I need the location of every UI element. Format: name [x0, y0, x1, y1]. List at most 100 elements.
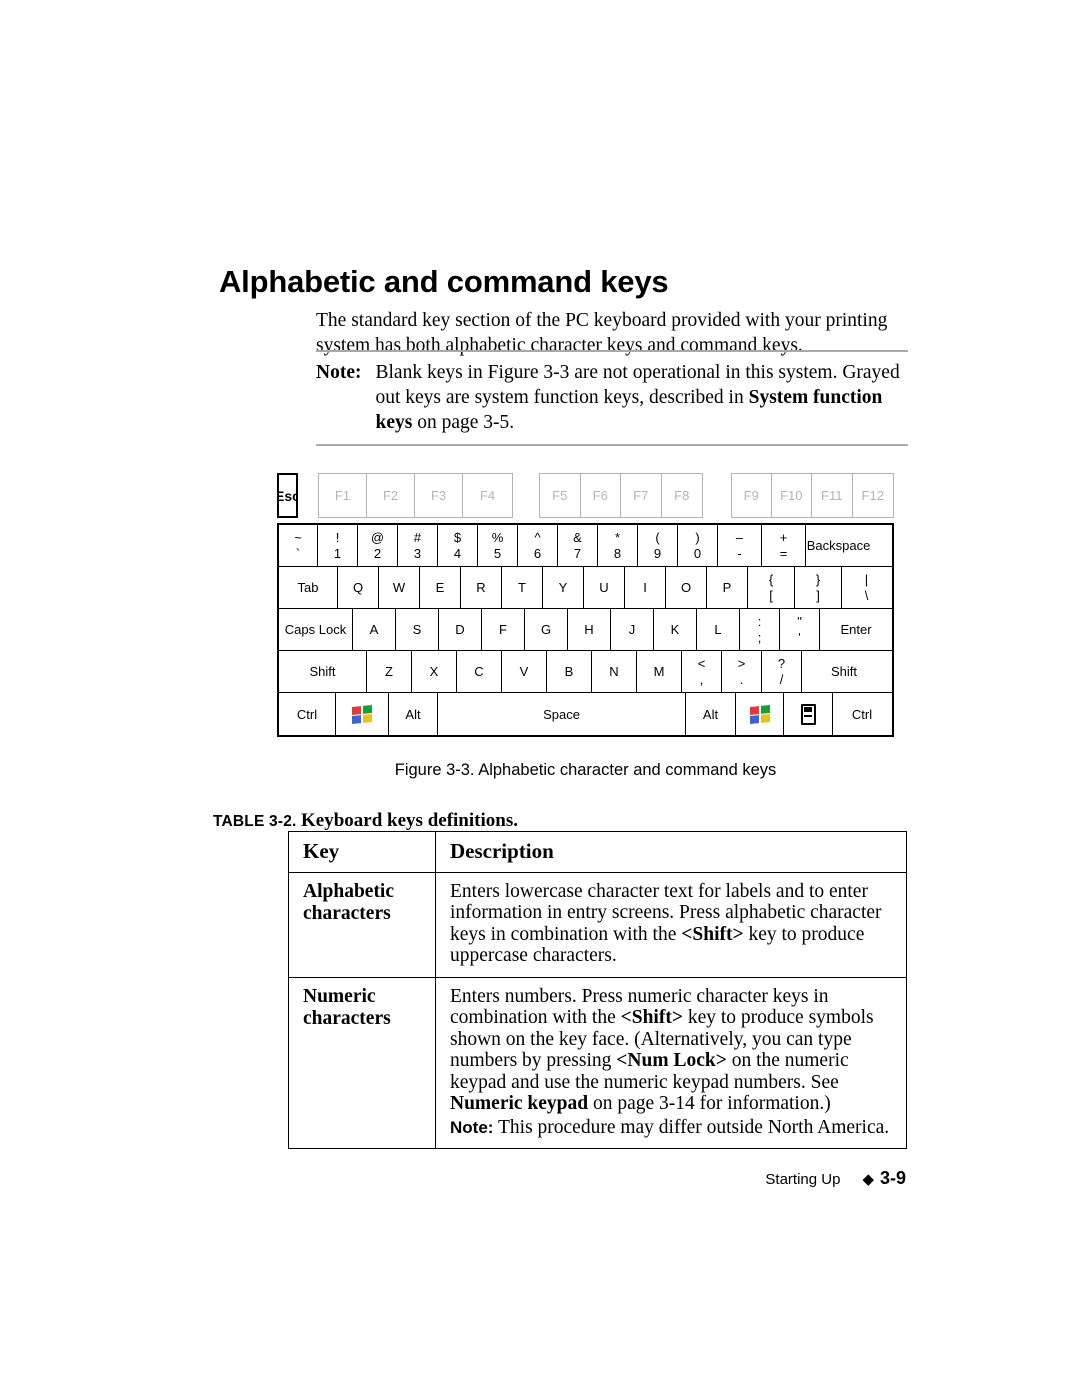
table-number: TABLE 3-2. — [213, 813, 297, 830]
desc-part-d: on page 3-14 for information.) — [588, 1093, 831, 1114]
key-u[interactable]: U — [584, 567, 625, 608]
key-f[interactable]: F — [482, 609, 525, 650]
key-shift-left[interactable]: Shift — [279, 651, 367, 692]
key-right-bracket[interactable]: } ] — [795, 567, 842, 608]
keyboard-figure: Esc F1 F2 F3 F4 F5 F6 F7 F8 F9 F10 F11 F… — [277, 473, 894, 737]
key-r[interactable]: R — [461, 567, 502, 608]
key-comma[interactable]: < , — [682, 651, 722, 692]
key-minus[interactable]: – - — [718, 525, 762, 566]
key-tab[interactable]: Tab — [279, 567, 338, 608]
key-a[interactable]: A — [353, 609, 396, 650]
key-j[interactable]: J — [611, 609, 654, 650]
cell-description-alphabetic: Enters lowercase character text for labe… — [435, 871, 907, 978]
key-c[interactable]: C — [457, 651, 502, 692]
key-f6[interactable]: F6 — [580, 474, 621, 517]
key-upper-legend: ) — [695, 529, 700, 545]
key-g[interactable]: G — [525, 609, 568, 650]
column-header-key: Key — [288, 831, 436, 873]
key-f5[interactable]: F5 — [540, 474, 581, 517]
key-6[interactable]: ^ 6 — [518, 525, 558, 566]
keyboard-row-tab: Tab Q W E R T Y U I O P { [ } ] | \ — [279, 567, 892, 609]
key-x[interactable]: X — [412, 651, 457, 692]
key-f2[interactable]: F2 — [367, 474, 415, 517]
key-t[interactable]: T — [502, 567, 543, 608]
key-esc[interactable]: Esc — [277, 473, 298, 518]
key-windows-left[interactable] — [336, 693, 389, 735]
key-enter[interactable]: Enter — [820, 609, 892, 650]
key-l[interactable]: L — [697, 609, 740, 650]
key-upper-legend: ? — [777, 655, 786, 671]
key-alt-right[interactable]: Alt — [686, 693, 736, 735]
key-d[interactable]: D — [439, 609, 482, 650]
key-w[interactable]: W — [379, 567, 420, 608]
desc-shift-key: <Shift> — [620, 1007, 683, 1028]
key-4[interactable]: $ 4 — [438, 525, 478, 566]
key-upper-legend: ( — [655, 529, 660, 545]
key-v[interactable]: V — [502, 651, 547, 692]
key-windows-right[interactable] — [736, 693, 784, 735]
key-2[interactable]: @ 2 — [358, 525, 398, 566]
document-page: Alphabetic and command keys The standard… — [0, 0, 1080, 1397]
key-menu[interactable] — [784, 693, 833, 735]
key-f10[interactable]: F10 — [771, 474, 813, 517]
key-e[interactable]: E — [420, 567, 461, 608]
key-n[interactable]: N — [592, 651, 637, 692]
table-header-row: Key Description — [288, 831, 907, 873]
key-q[interactable]: Q — [338, 567, 379, 608]
key-lower-legend: 9 — [653, 545, 662, 561]
note-line-1: Blank keys in Figure 3-3 are not operati… — [375, 362, 838, 383]
key-lower-legend: 6 — [533, 545, 542, 561]
key-period[interactable]: > . — [722, 651, 762, 692]
key-f9[interactable]: F9 — [732, 474, 772, 517]
key-space[interactable]: Space — [438, 693, 686, 735]
key-upper-legend: < — [697, 655, 706, 671]
cell-note-label: Note: — [450, 1117, 494, 1137]
key-y[interactable]: Y — [543, 567, 584, 608]
key-m[interactable]: M — [637, 651, 682, 692]
key-semicolon[interactable]: : ; — [740, 609, 780, 650]
key-shift-right[interactable]: Shift — [802, 651, 886, 692]
key-1[interactable]: ! 1 — [318, 525, 358, 566]
key-f7[interactable]: F7 — [621, 474, 662, 517]
key-equals[interactable]: + = — [762, 525, 806, 566]
key-z[interactable]: Z — [367, 651, 412, 692]
windows-logo-icon — [749, 704, 770, 724]
key-lower-legend: 7 — [573, 545, 582, 561]
desc-num-lock-key: <Num Lock> — [616, 1050, 727, 1071]
key-f1[interactable]: F1 — [319, 474, 367, 517]
key-alt-left[interactable]: Alt — [389, 693, 438, 735]
key-8[interactable]: * 8 — [598, 525, 638, 566]
key-slash[interactable]: ? / — [762, 651, 802, 692]
key-i[interactable]: I — [625, 567, 666, 608]
cell-note-text: This procedure may differ outside North … — [497, 1116, 890, 1138]
key-f4[interactable]: F4 — [463, 474, 512, 517]
key-b[interactable]: B — [547, 651, 592, 692]
key-f11[interactable]: F11 — [812, 474, 853, 517]
key-lower-legend: \ — [864, 587, 869, 603]
key-0[interactable]: ) 0 — [678, 525, 718, 566]
key-backspace[interactable]: Backspace — [806, 525, 871, 566]
keyboard-main-block: ~ ` ! 1 @ 2 # 3 $ 4 % 5 ^ 6 & 7 * 8 (9 … — [277, 523, 894, 737]
key-h[interactable]: H — [568, 609, 611, 650]
page-footer: Starting Up ◆ 3-9 — [600, 1168, 906, 1189]
key-5[interactable]: % 5 — [478, 525, 518, 566]
key-left-bracket[interactable]: { [ — [748, 567, 795, 608]
key-ctrl-left[interactable]: Ctrl — [279, 693, 336, 735]
key-o[interactable]: O — [666, 567, 707, 608]
key-f8[interactable]: F8 — [661, 474, 702, 517]
key-backslash[interactable]: | \ — [842, 567, 891, 608]
note-block: Note: Blank keys in Figure 3-3 are not o… — [316, 350, 908, 446]
key-7[interactable]: & 7 — [558, 525, 598, 566]
key-f12[interactable]: F12 — [852, 474, 893, 517]
key-tilde-backtick[interactable]: ~ ` — [279, 525, 318, 566]
key-3[interactable]: # 3 — [398, 525, 438, 566]
key-s[interactable]: S — [396, 609, 439, 650]
key-p[interactable]: P — [707, 567, 748, 608]
key-caps-lock[interactable]: Caps Lock — [279, 609, 353, 650]
key-ctrl-right[interactable]: Ctrl — [833, 693, 891, 735]
key-9[interactable]: ( 9 — [638, 525, 678, 566]
key-quote[interactable]: " ' — [780, 609, 820, 650]
key-f3[interactable]: F3 — [415, 474, 463, 517]
key-k[interactable]: K — [654, 609, 697, 650]
key-lower-legend: 2 — [373, 545, 382, 561]
